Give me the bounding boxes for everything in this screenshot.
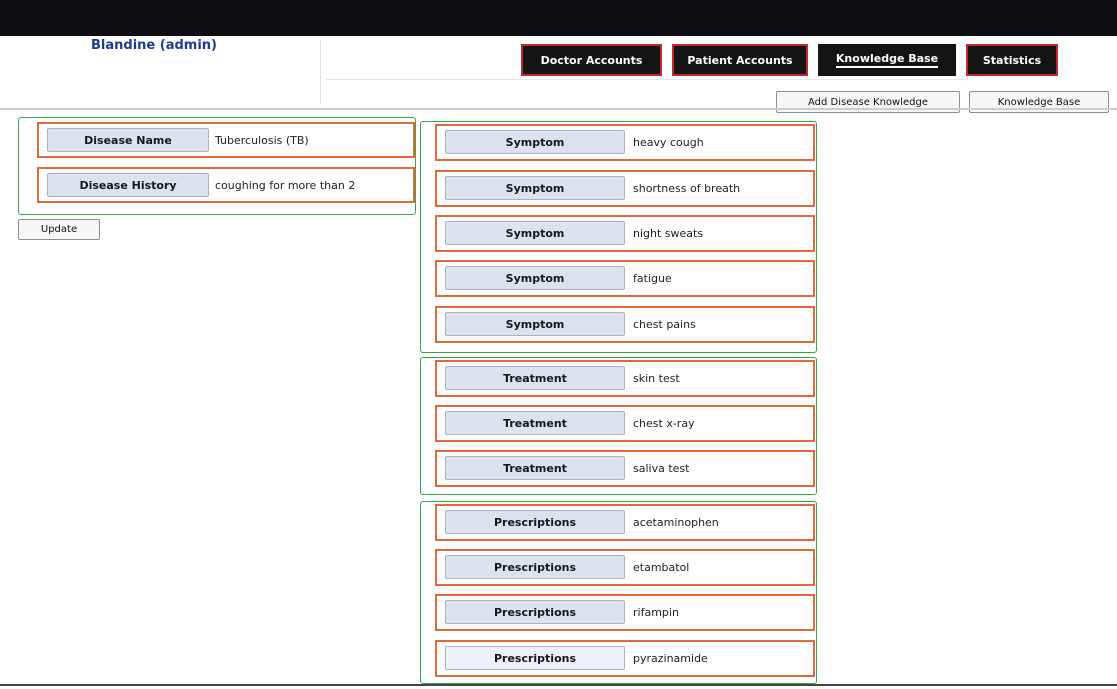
tab-knowledge-base-label: Knowledge Base — [835, 52, 939, 68]
treatment-row: Treatment saliva test — [435, 450, 815, 487]
symptom-row: Symptom chest pains — [435, 306, 815, 343]
symptom-row: Symptom shortness of breath — [435, 170, 815, 207]
bottom-border — [0, 684, 1117, 686]
symptom-value[interactable]: chest pains — [633, 312, 811, 336]
symptom-button[interactable]: Symptom — [445, 266, 625, 290]
prescription-button[interactable]: Prescriptions — [445, 600, 625, 624]
symptom-button[interactable]: Symptom — [445, 221, 625, 245]
prescription-row: Prescriptions etambatol — [435, 549, 815, 586]
symptom-value[interactable]: heavy cough — [633, 130, 811, 154]
tab-doctor-accounts[interactable]: Doctor Accounts — [521, 44, 662, 76]
treatment-row: Treatment chest x-ray — [435, 405, 815, 442]
treatment-value[interactable]: saliva test — [633, 456, 811, 480]
disease-info-group: Disease Name Tuberculosis (TB) Disease H… — [18, 117, 416, 215]
prescriptions-group: Prescriptions acetaminophen Prescription… — [420, 501, 817, 684]
treatment-row: Treatment skin test — [435, 360, 815, 397]
prescription-value[interactable]: acetaminophen — [633, 510, 811, 534]
symptom-button[interactable]: Symptom — [445, 130, 625, 154]
symptom-button[interactable]: Symptom — [445, 312, 625, 336]
symptom-value[interactable]: fatigue — [633, 266, 811, 290]
tab-statistics[interactable]: Statistics — [966, 44, 1058, 76]
tab-doctor-accounts-label: Doctor Accounts — [540, 53, 643, 67]
tab-patient-accounts-label: Patient Accounts — [687, 53, 793, 67]
prescription-row: Prescriptions pyrazinamide — [435, 640, 815, 677]
tab-statistics-label: Statistics — [982, 53, 1042, 67]
tab-patient-accounts[interactable]: Patient Accounts — [672, 44, 808, 76]
symptom-row: Symptom night sweats — [435, 215, 815, 252]
prescription-value[interactable]: etambatol — [633, 555, 811, 579]
prescription-row: Prescriptions acetaminophen — [435, 504, 815, 541]
tab-knowledge-base[interactable]: Knowledge Base — [818, 44, 956, 76]
disease-history-row: Disease History coughing for more than 2 — [37, 167, 415, 203]
top-bar — [0, 0, 1117, 36]
symptom-row: Symptom fatigue — [435, 260, 815, 297]
disease-name-row: Disease Name Tuberculosis (TB) — [37, 122, 415, 158]
user-name: Blandine (admin) — [91, 38, 217, 53]
prescription-row: Prescriptions rifampin — [435, 594, 815, 631]
disease-history-value[interactable]: coughing for more than 2 — [215, 173, 411, 197]
header-divider — [320, 40, 321, 104]
treatment-button[interactable]: Treatment — [445, 456, 625, 480]
treatment-value[interactable]: chest x-ray — [633, 411, 811, 435]
treatment-value[interactable]: skin test — [633, 366, 811, 390]
symptom-value[interactable]: night sweats — [633, 221, 811, 245]
prescription-value[interactable]: rifampin — [633, 600, 811, 624]
disease-name-button[interactable]: Disease Name — [47, 128, 209, 152]
treatment-button[interactable]: Treatment — [445, 411, 625, 435]
symptom-button[interactable]: Symptom — [445, 176, 625, 200]
nav-underline — [326, 79, 966, 80]
disease-name-value[interactable]: Tuberculosis (TB) — [215, 128, 411, 152]
treatments-group: Treatment skin test Treatment chest x-ra… — [420, 357, 817, 495]
disease-history-button[interactable]: Disease History — [47, 173, 209, 197]
symptoms-group: Symptom heavy cough Symptom shortness of… — [420, 121, 817, 353]
update-button[interactable]: Update — [18, 219, 100, 240]
treatment-button[interactable]: Treatment — [445, 366, 625, 390]
prescription-button[interactable]: Prescriptions — [445, 555, 625, 579]
prescription-value[interactable]: pyrazinamide — [633, 646, 811, 670]
prescription-button[interactable]: Prescriptions — [445, 510, 625, 534]
symptom-row: Symptom heavy cough — [435, 124, 815, 161]
symptom-value[interactable]: shortness of breath — [633, 176, 811, 200]
prescription-button[interactable]: Prescriptions — [445, 646, 625, 670]
header-separator — [0, 108, 1117, 110]
